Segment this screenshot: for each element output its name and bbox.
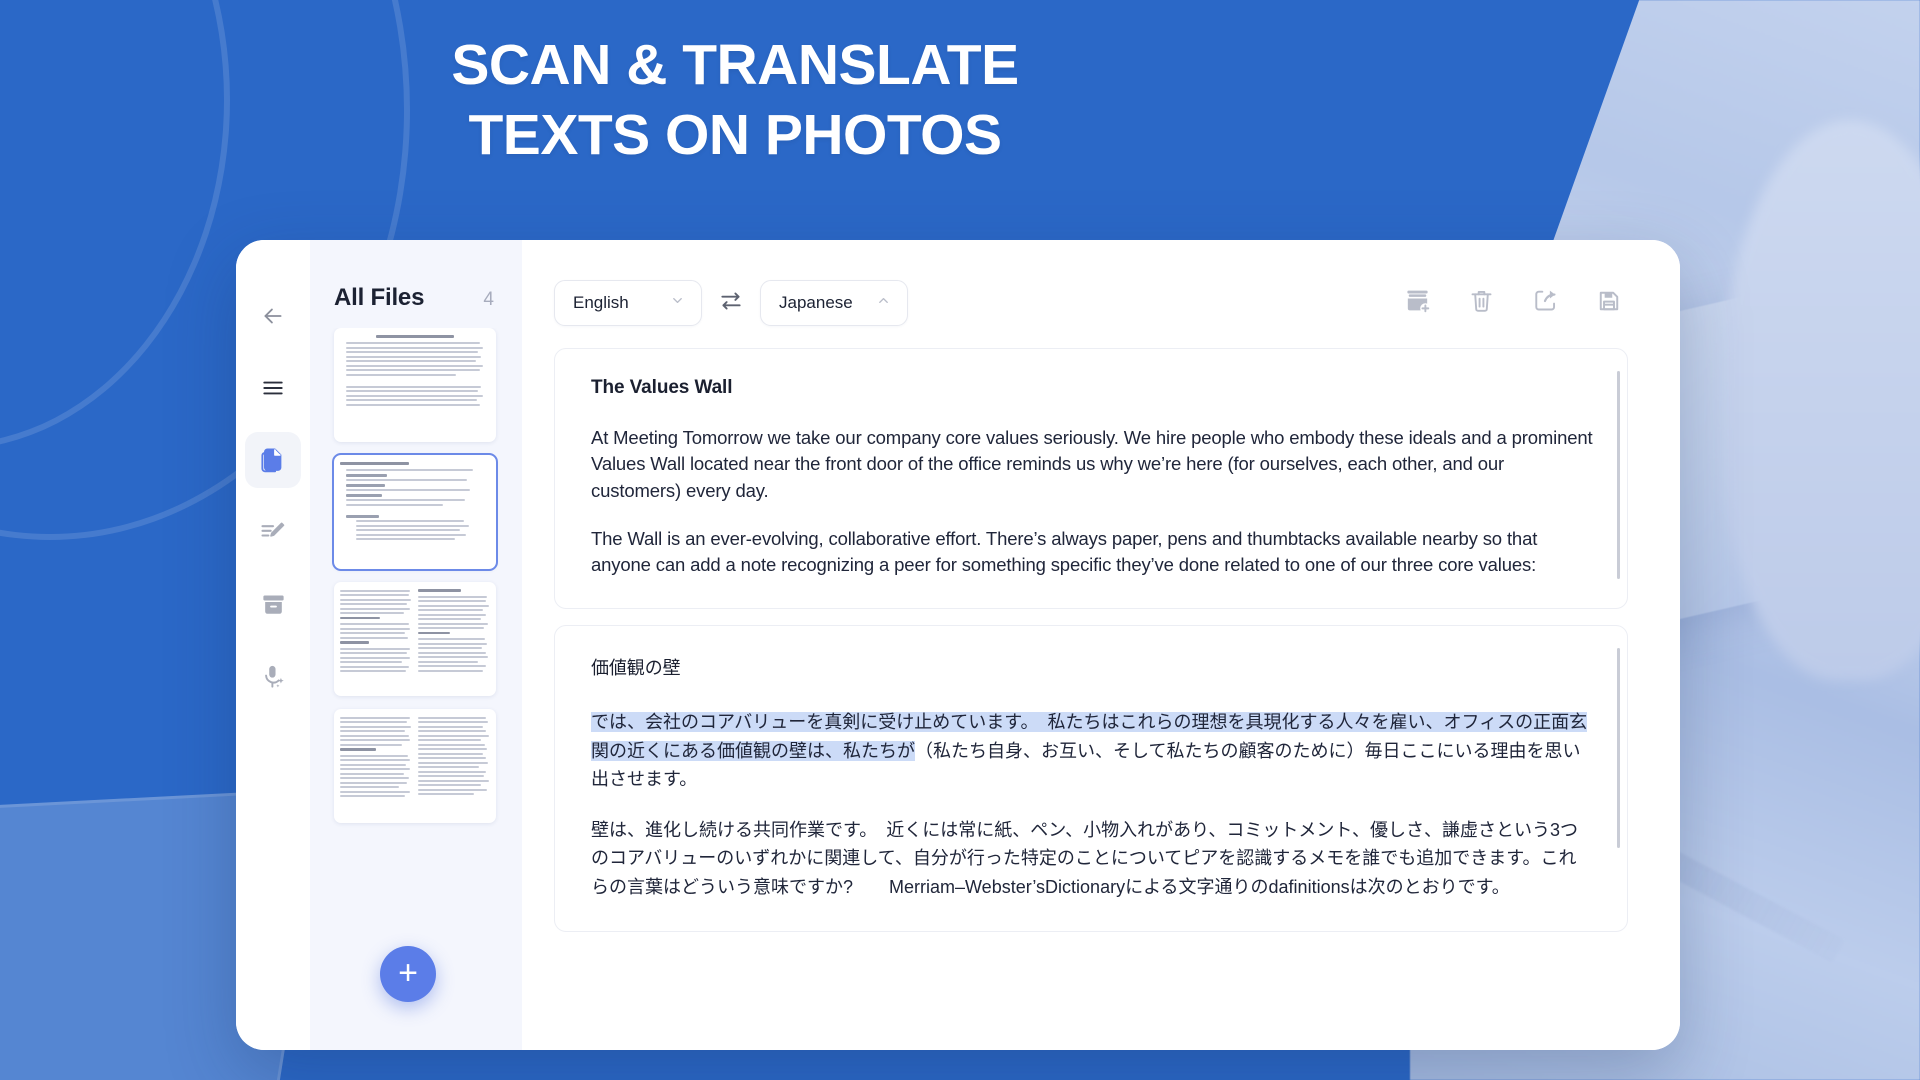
add-to-folder-button[interactable] (1402, 288, 1432, 318)
voice-magic-icon (260, 663, 287, 690)
share-button[interactable] (1530, 288, 1560, 318)
thumbnail-list[interactable] (310, 328, 522, 968)
share-icon (1532, 287, 1559, 319)
files-count-badge: 4 (483, 289, 494, 310)
sidebar-item-documents[interactable] (245, 432, 301, 488)
sidebar-item-voice[interactable] (245, 648, 301, 704)
source-language-select[interactable]: English (554, 280, 702, 326)
list-item[interactable] (332, 453, 498, 571)
target-language-select[interactable]: Japanese (760, 280, 908, 326)
sidebar-item-menu[interactable] (245, 360, 301, 416)
source-paragraph-1: At Meeting Tomorrow we take our company … (591, 427, 1593, 501)
sidebar-item-back[interactable] (245, 288, 301, 344)
swap-languages-button[interactable] (702, 288, 760, 319)
files-panel-title: All Files (334, 284, 425, 311)
target-language-value: Japanese (779, 293, 853, 312)
chevron-up-icon (876, 293, 891, 313)
delete-icon (1468, 287, 1495, 319)
source-scrollbar[interactable] (1617, 371, 1620, 579)
translated-paragraph-1: では、会社のコアバリューを真剣に受け止めています。 私たちはこれらの理想を具現化… (591, 708, 1593, 793)
document-actions (1402, 288, 1628, 318)
delete-button[interactable] (1466, 288, 1496, 318)
translated-document-title: 価値観の壁 (591, 658, 681, 679)
swap-icon (718, 288, 744, 319)
chevron-down-icon (670, 293, 685, 313)
source-language-value: English (573, 293, 629, 312)
menu-icon (260, 375, 286, 401)
translated-paragraph-2: 壁は、進化し続ける共同作業です。 近くには常に紙、ペン、小物入れがあり、コミット… (591, 819, 1579, 897)
archive-icon (260, 591, 287, 618)
edit-icon (259, 518, 287, 546)
save-icon (1596, 288, 1622, 319)
translation-toolbar: English Japanese (554, 240, 1628, 348)
app-window: All Files 4 + English Japanese The Value… (236, 240, 1680, 1050)
back-arrow-icon (260, 303, 286, 329)
translation-scrollbar[interactable] (1617, 648, 1620, 849)
source-document-title: The Values Wall (591, 377, 733, 398)
list-item[interactable] (334, 328, 496, 442)
files-panel-header: All Files 4 (310, 240, 522, 328)
source-document-card[interactable]: The Values Wall At Meeting Tomorrow we t… (554, 348, 1628, 610)
list-item[interactable] (334, 709, 496, 823)
sidebar-item-archive[interactable] (245, 576, 301, 632)
add-file-button[interactable]: + (380, 946, 436, 1002)
thumbnail-heading (376, 335, 454, 338)
page-title: SCAN & TRANSLATE TEXTS ON PHOTOS (0, 30, 1470, 170)
add-to-folder-icon (1404, 287, 1431, 319)
sidebar-rail (236, 240, 310, 1050)
save-button[interactable] (1594, 288, 1624, 318)
source-paragraph-2: The Wall is an ever-evolving, collaborat… (591, 527, 1538, 576)
list-item[interactable] (334, 582, 496, 696)
sidebar-item-edit[interactable] (245, 504, 301, 560)
main-content: English Japanese The Values Wall At Meet… (522, 240, 1680, 1050)
translated-document-card[interactable]: 価値観の壁 では、会社のコアバリューを真剣に受け止めています。 私たちはこれらの… (554, 625, 1628, 932)
headline-line-1: SCAN & TRANSLATE (451, 33, 1019, 97)
headline-line-2: TEXTS ON PHOTOS (468, 103, 1002, 168)
documents-icon (258, 445, 288, 475)
files-panel: All Files 4 + (310, 240, 522, 1050)
